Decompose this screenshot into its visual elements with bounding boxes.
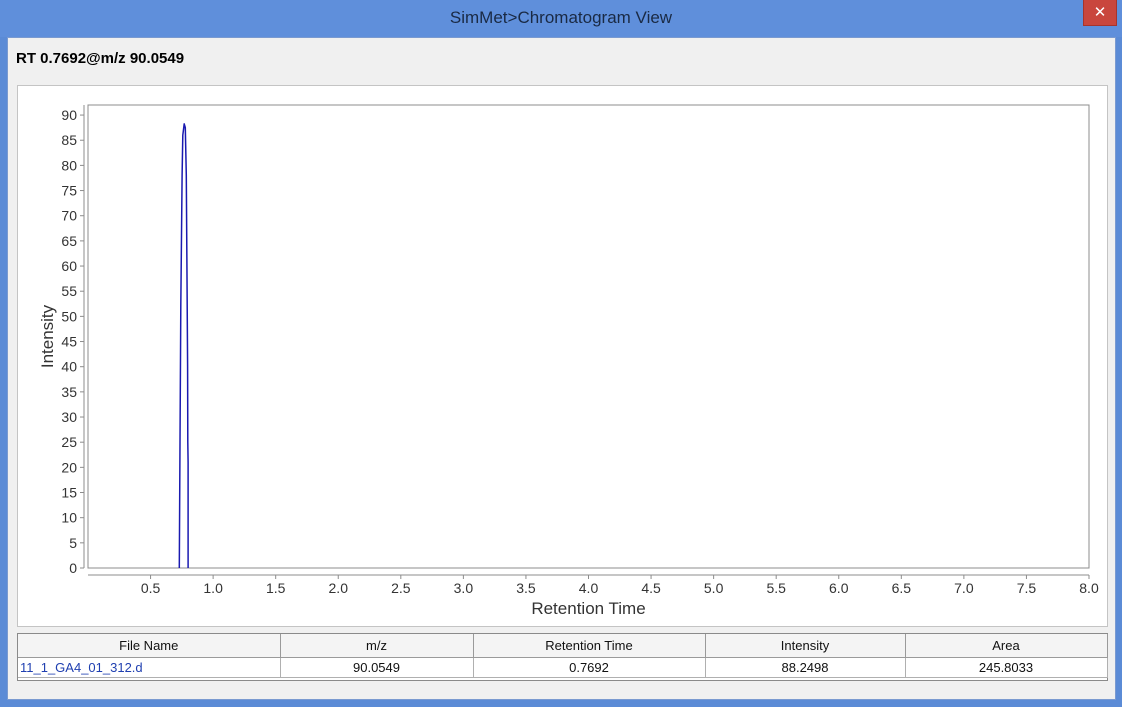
x-tick-label: 5.0 (704, 580, 724, 596)
x-tick-label: 4.0 (579, 580, 599, 596)
close-icon: ✕ (1093, 4, 1107, 21)
y-tick-label: 65 (61, 233, 77, 249)
y-tick-label: 25 (61, 434, 77, 450)
x-tick-label: 5.5 (766, 580, 786, 596)
chromatogram-chart: 0.5 1.0 1.5 2.0 2.5 3.0 3.5 4.0 4.5 5.0 5.5 6.0 6.5 7… (38, 104, 1099, 618)
y-tick-label: 40 (61, 359, 77, 375)
window-title: SimMet>Chromatogram View (449, 8, 673, 27)
column-header-retention-time[interactable]: Retention Time (473, 634, 706, 658)
cell-retention-time[interactable]: 0.7692 (473, 657, 706, 678)
x-tick-label: 0.5 (141, 580, 161, 596)
y-tick-label: 15 (61, 485, 77, 501)
x-tick-label: 2.5 (391, 580, 411, 596)
y-tick-label: 10 (61, 510, 77, 526)
y-tick-label: 55 (61, 283, 77, 299)
plot-frame (87, 104, 1090, 569)
table-header-row: File Name m/z Retention Time Intensity A… (18, 634, 1108, 658)
y-tick-label: 30 (61, 409, 77, 425)
x-tick-label: 3.5 (516, 580, 536, 596)
x-tick-label: 7.5 (1017, 580, 1037, 596)
x-tick-label: 2.0 (329, 580, 349, 596)
x-tick-label: 3.0 (454, 580, 474, 596)
title-bar[interactable]: SimMet>Chromatogram View ✕ (0, 0, 1122, 37)
y-tick-label: 35 (61, 384, 77, 400)
window-client-area: RT 0.7692@m/z 90.0549 0.5 1.0 1.5 2.0 2.5 3.0… (7, 37, 1116, 700)
x-axis-label: Retention Time (531, 599, 645, 618)
y-tick-label: 70 (61, 208, 77, 224)
chromatogram-chart-panel: 0.5 1.0 1.5 2.0 2.5 3.0 3.5 4.0 4.5 5.0 5.5 6.0 6.5 7… (17, 85, 1108, 627)
x-tick-label: 6.0 (829, 580, 849, 596)
y-tick-label: 60 (61, 258, 77, 274)
x-tick-label: 1.5 (266, 580, 286, 596)
peak-table: File Name m/z Retention Time Intensity A… (18, 634, 1108, 678)
x-tick-label: 7.0 (954, 580, 974, 596)
column-header-intensity[interactable]: Intensity (705, 634, 906, 658)
peak-table-container: File Name m/z Retention Time Intensity A… (17, 633, 1108, 681)
y-tick-label: 50 (61, 308, 77, 324)
y-tick-label: 0 (69, 560, 77, 576)
y-tick-label: 75 (61, 183, 77, 199)
y-tick-label: 20 (61, 459, 77, 475)
chromatogram-window: SimMet>Chromatogram View ✕ RT 0.7692@m/z… (0, 0, 1122, 707)
cell-intensity[interactable]: 88.2498 (705, 657, 906, 678)
x-tick-label: 1.0 (203, 580, 223, 596)
peak-header-label: RT 0.7692@m/z 90.0549 (16, 50, 185, 67)
cell-mz[interactable]: 90.0549 (280, 657, 474, 678)
x-tick-label: 4.5 (641, 580, 661, 596)
cell-area[interactable]: 245.8033 (905, 657, 1108, 678)
table-row[interactable]: 11_1_GA4_01_312.d 90.0549 0.7692 88.2498… (18, 657, 1108, 678)
y-tick-label: 85 (61, 132, 77, 148)
x-tick-label: 8.0 (1079, 580, 1099, 596)
y-tick-label: 80 (61, 157, 77, 173)
y-tick-label: 45 (61, 334, 77, 350)
column-header-mz[interactable]: m/z (280, 634, 474, 658)
column-header-file-name[interactable]: File Name (18, 634, 281, 658)
cell-file-name[interactable]: 11_1_GA4_01_312.d (18, 657, 281, 678)
x-tick-label: 6.5 (892, 580, 912, 596)
y-axis-label: Intensity (38, 304, 57, 368)
column-header-area[interactable]: Area (905, 634, 1108, 658)
y-tick-label: 5 (69, 535, 77, 551)
y-tick-label: 90 (61, 107, 77, 123)
close-button[interactable]: ✕ (1083, 0, 1117, 26)
